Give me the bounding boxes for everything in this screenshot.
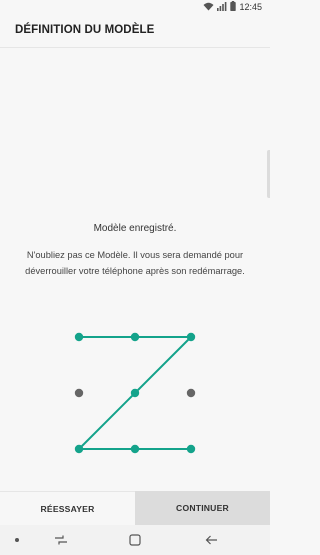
pattern-dot-1[interactable]	[74, 332, 84, 342]
continue-button[interactable]: CONTINUER	[135, 491, 270, 525]
dot-icon[interactable]	[8, 531, 26, 549]
recent-apps-icon[interactable]	[52, 531, 70, 549]
pattern-dot-8[interactable]	[130, 444, 140, 454]
pattern-dot-6[interactable]	[186, 388, 196, 398]
pattern-dot-4[interactable]	[74, 388, 84, 398]
pattern-dot-3[interactable]	[186, 332, 196, 342]
pattern-dot-9[interactable]	[186, 444, 196, 454]
action-bar: RÉESSAYER CONTINUER	[0, 491, 270, 525]
home-icon[interactable]	[126, 531, 144, 549]
pattern-dot-7[interactable]	[74, 444, 84, 454]
navigation-bar	[0, 525, 270, 555]
pattern-dot-5[interactable]	[130, 388, 140, 398]
back-icon[interactable]	[202, 531, 220, 549]
retry-button[interactable]: RÉESSAYER	[0, 491, 135, 525]
pattern-dot-2[interactable]	[130, 332, 140, 342]
pattern-grid[interactable]	[0, 0, 270, 555]
